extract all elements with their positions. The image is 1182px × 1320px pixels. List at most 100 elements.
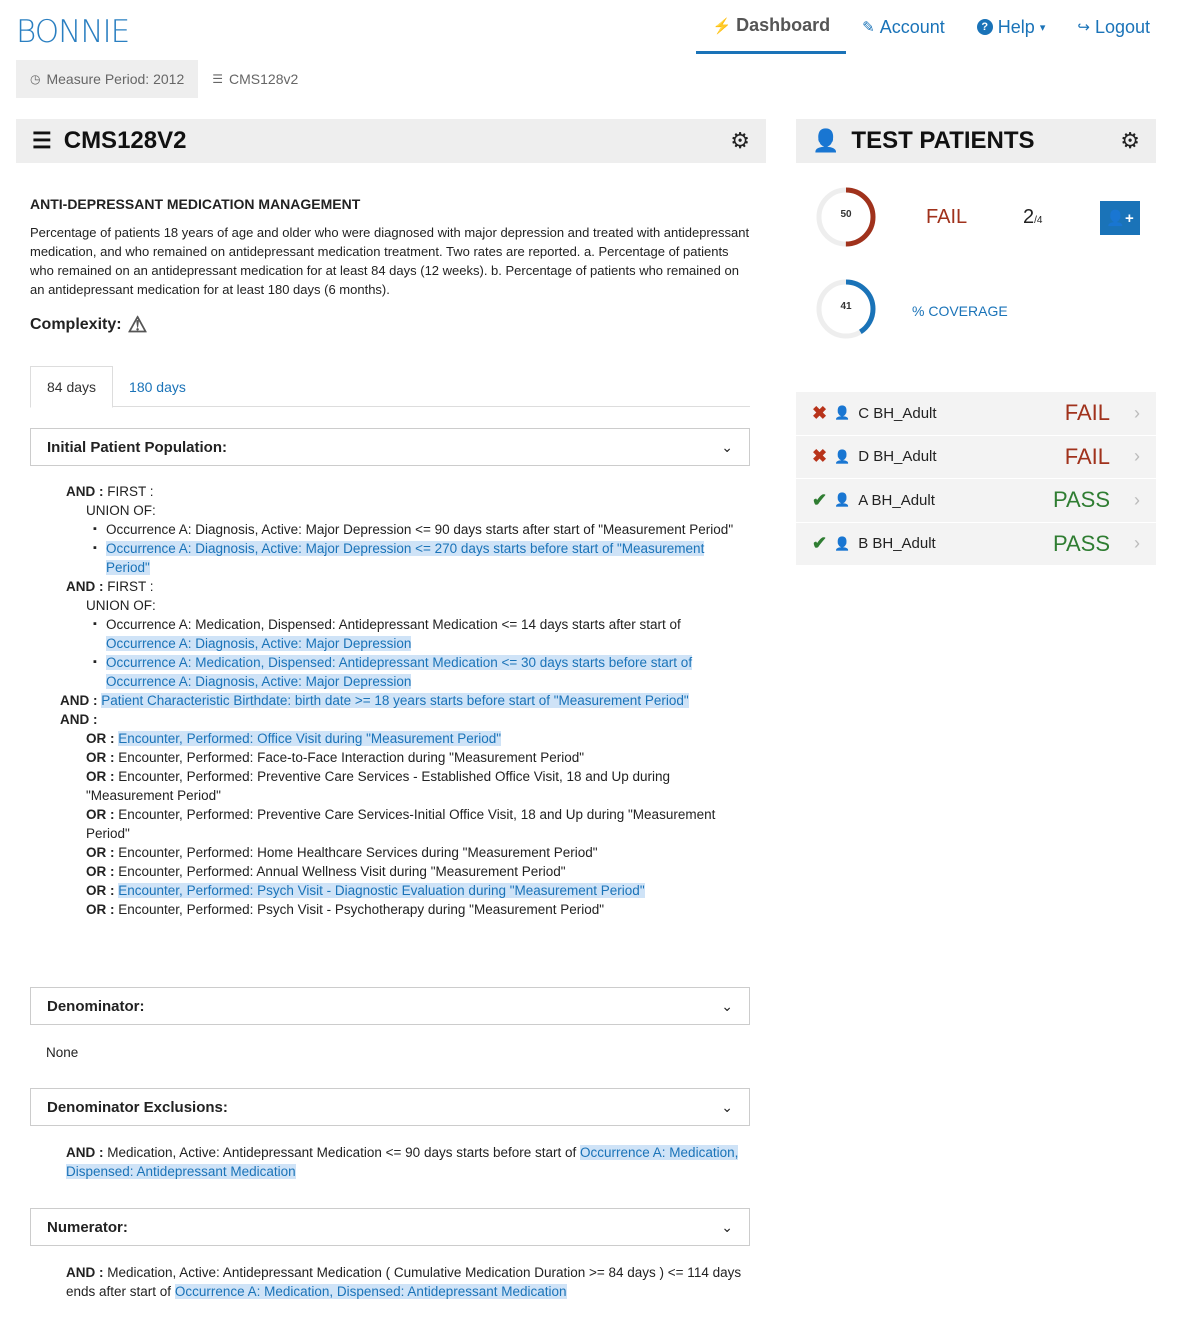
- coverage-donut: 41: [815, 278, 877, 340]
- person-icon: 👤: [834, 492, 851, 508]
- denominator-body: None: [46, 1045, 79, 1060]
- list-item: OR : Encounter, Performed: Psych Visit -…: [86, 883, 645, 898]
- denex-section: Denominator Exclusions: ⌄ AND : Medicati…: [30, 1088, 750, 1181]
- ipp-title: Initial Patient Population:: [47, 438, 227, 456]
- chevron-right-icon[interactable]: ›: [1134, 403, 1140, 424]
- list-item: Occurrence A: Diagnosis, Active: Major D…: [93, 539, 750, 577]
- measure-header: ☰ CMS128V2 ⚙: [16, 119, 766, 163]
- user-icon: 👤: [812, 128, 840, 153]
- list-item: OR : Encounter, Performed: Preventive Ca…: [86, 769, 671, 803]
- list-item: OR : Encounter, Performed: Preventive Ca…: [86, 807, 716, 841]
- list-item: OR : Encounter, Performed: Office Visit …: [86, 731, 502, 746]
- patient-row[interactable]: ✖ 👤 C BH_Adult FAIL ›: [796, 392, 1156, 436]
- denominator-header[interactable]: Denominator: ⌄: [30, 987, 750, 1025]
- list-item: Occurrence A: Medication, Dispensed: Ant…: [93, 653, 750, 691]
- measure-status: FAIL: [926, 206, 968, 228]
- pass-rate-value: 50: [840, 209, 852, 220]
- numerator-title: Numerator:: [47, 1218, 128, 1236]
- patient-row[interactable]: ✖ 👤 D BH_Adult FAIL ›: [796, 435, 1156, 479]
- fail-x-icon: ✖: [812, 446, 828, 467]
- breadcrumb-measure[interactable]: ☰ CMS128v2: [198, 60, 312, 98]
- ipp-header[interactable]: Initial Patient Population: ⌄: [30, 428, 750, 466]
- caret-down-icon: ▾: [1039, 21, 1046, 34]
- patient-result: PASS: [1052, 487, 1110, 513]
- numerator-header[interactable]: Numerator: ⌄: [30, 1208, 750, 1246]
- chevron-right-icon[interactable]: ›: [1134, 490, 1140, 511]
- chevron-down-icon[interactable]: ⌄: [721, 1099, 733, 1116]
- patient-name: C BH_Adult: [858, 404, 937, 422]
- chevron-right-icon[interactable]: ›: [1134, 533, 1140, 554]
- test-patients-title: TEST PATIENTS: [851, 127, 1035, 154]
- measure-title: ANTI-DEPRESSANT MEDICATION MANAGEMENT: [30, 196, 361, 212]
- nav-help-label: Help: [997, 16, 1035, 37]
- tab-180-days[interactable]: 180 days: [113, 366, 202, 407]
- ipp-section: Initial Patient Population: ⌄ AND : FIRS…: [30, 428, 750, 919]
- patient-name: A BH_Adult: [858, 491, 935, 509]
- denominator-section: Denominator: ⌄ None: [30, 987, 750, 1062]
- coverage-value: 41: [840, 301, 852, 312]
- clock-icon: ◷: [30, 72, 41, 86]
- person-icon: 👤: [834, 405, 851, 421]
- tab-84-days[interactable]: 84 days: [30, 366, 114, 408]
- coverage-label[interactable]: % COVERAGE: [912, 303, 1008, 319]
- fail-x-icon: ✖: [812, 402, 828, 423]
- nav-account-label: Account: [879, 16, 945, 37]
- person-icon: 👤: [834, 448, 851, 464]
- nav-logout[interactable]: ↪ Logout: [1061, 0, 1166, 54]
- list-item: Occurrence A: Diagnosis, Active: Major D…: [93, 520, 750, 539]
- patient-name: D BH_Adult: [858, 448, 937, 466]
- denex-logic: AND : Medication, Active: Antidepressant…: [66, 1145, 739, 1179]
- chevron-right-icon[interactable]: ›: [1134, 446, 1140, 467]
- breadcrumb: ◷ Measure Period: 2012 ☰ CMS128v2: [16, 60, 312, 98]
- gear-icon[interactable]: ⚙: [730, 128, 750, 154]
- measure-description: Percentage of patients 18 years of age a…: [30, 225, 750, 297]
- test-patients-header: 👤 TEST PATIENTS ⚙: [796, 119, 1156, 163]
- measure-list-icon: ☰: [32, 128, 52, 153]
- nav-dashboard[interactable]: ⚡ Dashboard: [696, 0, 847, 54]
- breadcrumb-period-label: Measure Period: 2012: [46, 71, 185, 87]
- patient-row[interactable]: ✔ 👤 A BH_Adult PASS ›: [796, 479, 1156, 523]
- warning-icon: ⚠: [127, 312, 148, 337]
- pass-check-icon: ✔: [812, 489, 828, 510]
- chevron-down-icon[interactable]: ⌄: [721, 439, 733, 456]
- population-tabs: 84 days 180 days: [30, 366, 750, 408]
- patient-row[interactable]: ✔ 👤 B BH_Adult PASS ›: [796, 522, 1156, 566]
- denex-title: Denominator Exclusions:: [47, 1098, 228, 1116]
- user-add-icon: 👤: [1106, 210, 1125, 227]
- nav-dashboard-label: Dashboard: [736, 15, 831, 35]
- list-item: OR : Encounter, Performed: Home Healthca…: [86, 845, 598, 860]
- patient-count: 2/4: [1023, 206, 1043, 228]
- nav-account[interactable]: ✎ Account: [846, 0, 961, 54]
- complexity-label: Complexity:: [30, 316, 122, 333]
- list-item: OR : Encounter, Performed: Annual Wellne…: [86, 864, 566, 879]
- numerator-logic: AND : Medication, Active: Antidepressant…: [66, 1265, 742, 1299]
- denex-header[interactable]: Denominator Exclusions: ⌄: [30, 1088, 750, 1126]
- denominator-title: Denominator:: [47, 997, 145, 1015]
- pass-check-icon: ✔: [812, 533, 828, 554]
- measure-list-icon: ☰: [212, 72, 224, 86]
- list-item: OR : Encounter, Performed: Face-to-Face …: [86, 750, 585, 765]
- complexity: Complexity: ⚠: [30, 312, 147, 338]
- gear-icon[interactable]: ⚙: [1120, 128, 1140, 154]
- wand-icon: ✎: [862, 19, 875, 36]
- question-circle-icon: ?: [976, 19, 993, 35]
- add-patient-button[interactable]: 👤 +: [1100, 201, 1140, 235]
- patient-result: FAIL: [1064, 400, 1110, 426]
- nav-logout-label: Logout: [1094, 16, 1150, 37]
- pass-rate-donut: 50: [815, 186, 877, 248]
- patient-result: PASS: [1052, 530, 1110, 556]
- chevron-down-icon[interactable]: ⌄: [721, 1219, 733, 1236]
- chevron-down-icon[interactable]: ⌄: [721, 998, 733, 1015]
- list-item: Occurrence A: Medication, Dispensed: Ant…: [93, 615, 750, 653]
- nav-help[interactable]: ? Help ▾: [961, 0, 1062, 54]
- bonnie-logo[interactable]: BONNIE: [16, 14, 130, 50]
- patient-name: B BH_Adult: [858, 535, 936, 553]
- person-icon: 👤: [834, 535, 851, 551]
- ipp-logic: AND : FIRST : UNION OF: Occurrence A: Di…: [30, 466, 750, 919]
- patient-list: ✖ 👤 C BH_Adult FAIL › ✖ 👤 D BH_Adult FAI…: [796, 392, 1156, 566]
- measure-id: CMS128V2: [63, 127, 187, 154]
- top-nav: ⚡ Dashboard ✎ Account ? Help ▾ ↪ Logout: [696, 0, 1166, 56]
- list-item: OR : Encounter, Performed: Psych Visit -…: [86, 902, 605, 917]
- logout-icon: ↪: [1077, 19, 1090, 36]
- breadcrumb-period[interactable]: ◷ Measure Period: 2012: [16, 60, 199, 98]
